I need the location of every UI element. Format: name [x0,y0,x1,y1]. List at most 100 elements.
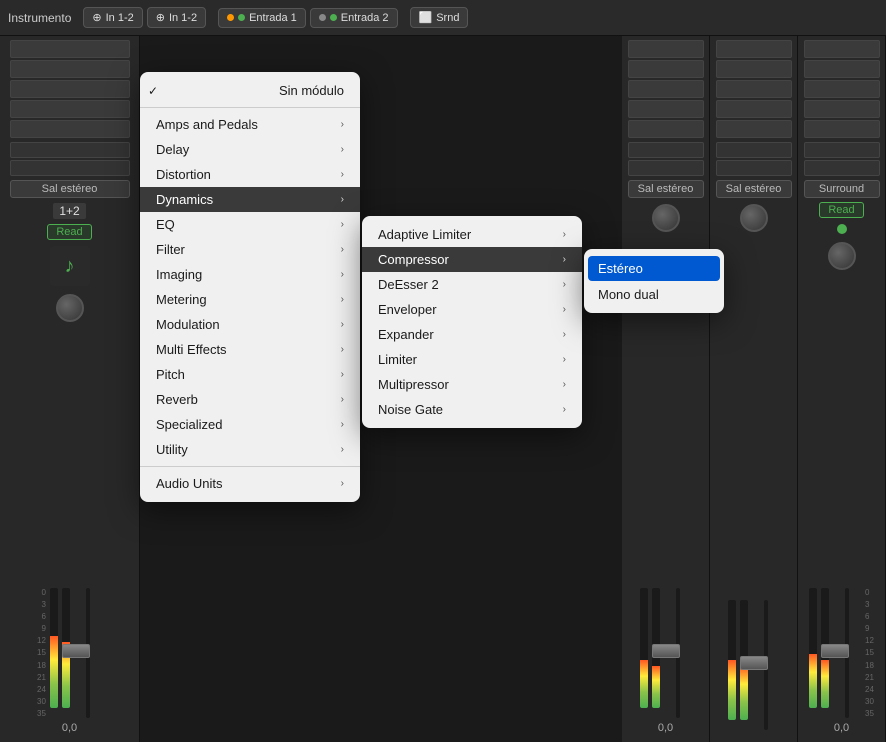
scale-r-15: 15 [865,648,874,657]
fader-track-wrapper-e2 [752,600,780,730]
menu-item-utility[interactable]: Utility › [140,437,360,462]
submenu-item-expander[interactable]: Expander › [362,322,582,347]
menu-item-eq[interactable]: EQ › [140,212,360,237]
green-dot-srnd [837,224,847,234]
menu-item-distortion[interactable]: Distortion › [140,162,360,187]
pan-knob-1[interactable] [56,294,84,322]
send-slot-srnd[interactable] [804,142,880,158]
music-note-icon: ♪ [65,255,75,278]
subsubmenu-item-mono-dual[interactable]: Mono dual [584,282,724,307]
submenu-item-noise-gate[interactable]: Noise Gate › [362,397,582,422]
menu-item-reverb[interactable]: Reverb › [140,387,360,412]
dot-grey-1 [319,14,326,21]
vu-meter-left-srnd [809,588,817,708]
read-btn-1[interactable]: Read [47,224,91,240]
insert-slot-5[interactable] [10,120,130,138]
insert-slot-e2-2[interactable] [716,60,792,78]
submenu-item-limiter[interactable]: Limiter › [362,347,582,372]
menu-item-sin-modulo[interactable]: Sin módulo [140,78,360,103]
pan-knob-e2[interactable] [740,204,768,232]
insert-slot-e2-5[interactable] [716,120,792,138]
menu-arrow-metering: › [341,294,344,305]
insert-slot-e1-1[interactable] [628,40,704,58]
send-slot-2[interactable] [10,160,130,176]
insert-slot-e2-4[interactable] [716,100,792,118]
menu-item-imaging[interactable]: Imaging › [140,262,360,287]
in12-btn-2[interactable]: ⊕ In 1-2 [147,7,206,28]
scale-35: 35 [37,709,46,718]
vu-meter-left-e1 [640,588,648,708]
insert-slot-2[interactable] [10,60,130,78]
in12-btn-1[interactable]: ⊕ In 1-2 [83,7,142,28]
pan-knob-srnd[interactable] [828,242,856,270]
fader-thumb-e2[interactable] [740,656,768,670]
db-label-1: 0,0 [62,722,77,734]
mixer-area: Sal estéreo 1+2 Read ♪ 0 3 6 9 12 15 18 … [0,36,886,742]
submenu-item-adaptive-limiter[interactable]: Adaptive Limiter › [362,222,582,247]
scale-r-24: 24 [865,685,874,694]
vu-meter-left-1 [50,588,58,708]
insert-slot-srnd-2[interactable] [804,60,880,78]
srnd-icon: ⬜ [419,11,433,24]
read-btn-srnd[interactable]: Read [819,202,863,218]
insert-slot-e2-3[interactable] [716,80,792,98]
submenu-item-deesser2[interactable]: DeEsser 2 › [362,272,582,297]
srnd-btn[interactable]: ⬜ Srnd [410,7,469,28]
insert-slot-4[interactable] [10,100,130,118]
menu-item-multi-effects[interactable]: Multi Effects › [140,337,360,362]
fader-group-e2 [728,600,780,730]
submenu-arrow-deesser2: › [563,279,566,290]
insert-slot-1[interactable] [10,40,130,58]
insert-slot-srnd-5[interactable] [804,120,880,138]
menu-item-specialized[interactable]: Specialized › [140,412,360,437]
io-label-e2[interactable]: Sal estéreo [716,180,792,198]
vu-fill-e2-2 [740,666,748,720]
menu-item-amps[interactable]: Amps and Pedals › [140,112,360,137]
send-slot-1[interactable] [10,142,130,158]
scale-r-9: 9 [865,624,869,633]
submenu-item-enveloper[interactable]: Enveloper › [362,297,582,322]
entrada1-btn[interactable]: Entrada 1 [218,8,306,28]
insert-slot-srnd-1[interactable] [804,40,880,58]
menu-arrow-specialized: › [341,419,344,430]
menu-item-audio-units[interactable]: Audio Units › [140,471,360,496]
insert-slot-e2-1[interactable] [716,40,792,58]
scale-r-35: 35 [865,709,874,718]
vu-fill-srnd [809,654,817,708]
vu-fill-e2 [728,660,736,720]
scale-0: 0 [42,588,46,597]
entrada2-btn[interactable]: Entrada 2 [310,8,398,28]
menu-arrow-delay: › [341,144,344,155]
send-slot-e2-2[interactable] [716,160,792,176]
dot-orange-1 [227,14,234,21]
io-label-srnd[interactable]: Surround [804,180,880,198]
insert-slot-srnd-3[interactable] [804,80,880,98]
fader-thumb-srnd[interactable] [821,644,849,658]
submenu-item-multipressor[interactable]: Multipressor › [362,372,582,397]
fader-group-srnd: 0 3 6 9 12 15 18 21 24 30 35 [809,588,874,718]
io-label-1[interactable]: Sal estéreo [10,180,130,198]
scale-r-12: 12 [865,636,874,645]
submenu-item-compressor[interactable]: Compressor › [362,247,582,272]
track-number-1[interactable]: 1+2 [53,203,85,219]
menu-item-metering[interactable]: Metering › [140,287,360,312]
menu-item-delay[interactable]: Delay › [140,137,360,162]
vu-fill-srnd-2 [821,660,829,708]
scale-9: 9 [42,624,46,633]
music-icon-area: ♪ [50,246,90,286]
scale-right: 0 3 6 9 12 15 18 21 24 30 35 [865,588,874,718]
insert-slot-srnd-4[interactable] [804,100,880,118]
menu-item-dynamics[interactable]: Dynamics › [140,187,360,212]
menu-divider-2 [140,466,360,467]
subsubmenu-item-estereo[interactable]: Estéreo [588,256,720,281]
insert-slot-3[interactable] [10,80,130,98]
fader-thumb-1[interactable] [62,644,90,658]
fader-track-wrapper-e1 [664,588,692,718]
menu-arrow-reverb: › [341,394,344,405]
menu-item-modulation[interactable]: Modulation › [140,312,360,337]
fader-thumb-e1[interactable] [652,644,680,658]
menu-item-filter[interactable]: Filter › [140,237,360,262]
send-slot-srnd-2[interactable] [804,160,880,176]
menu-item-pitch[interactable]: Pitch › [140,362,360,387]
send-slot-e2[interactable] [716,142,792,158]
